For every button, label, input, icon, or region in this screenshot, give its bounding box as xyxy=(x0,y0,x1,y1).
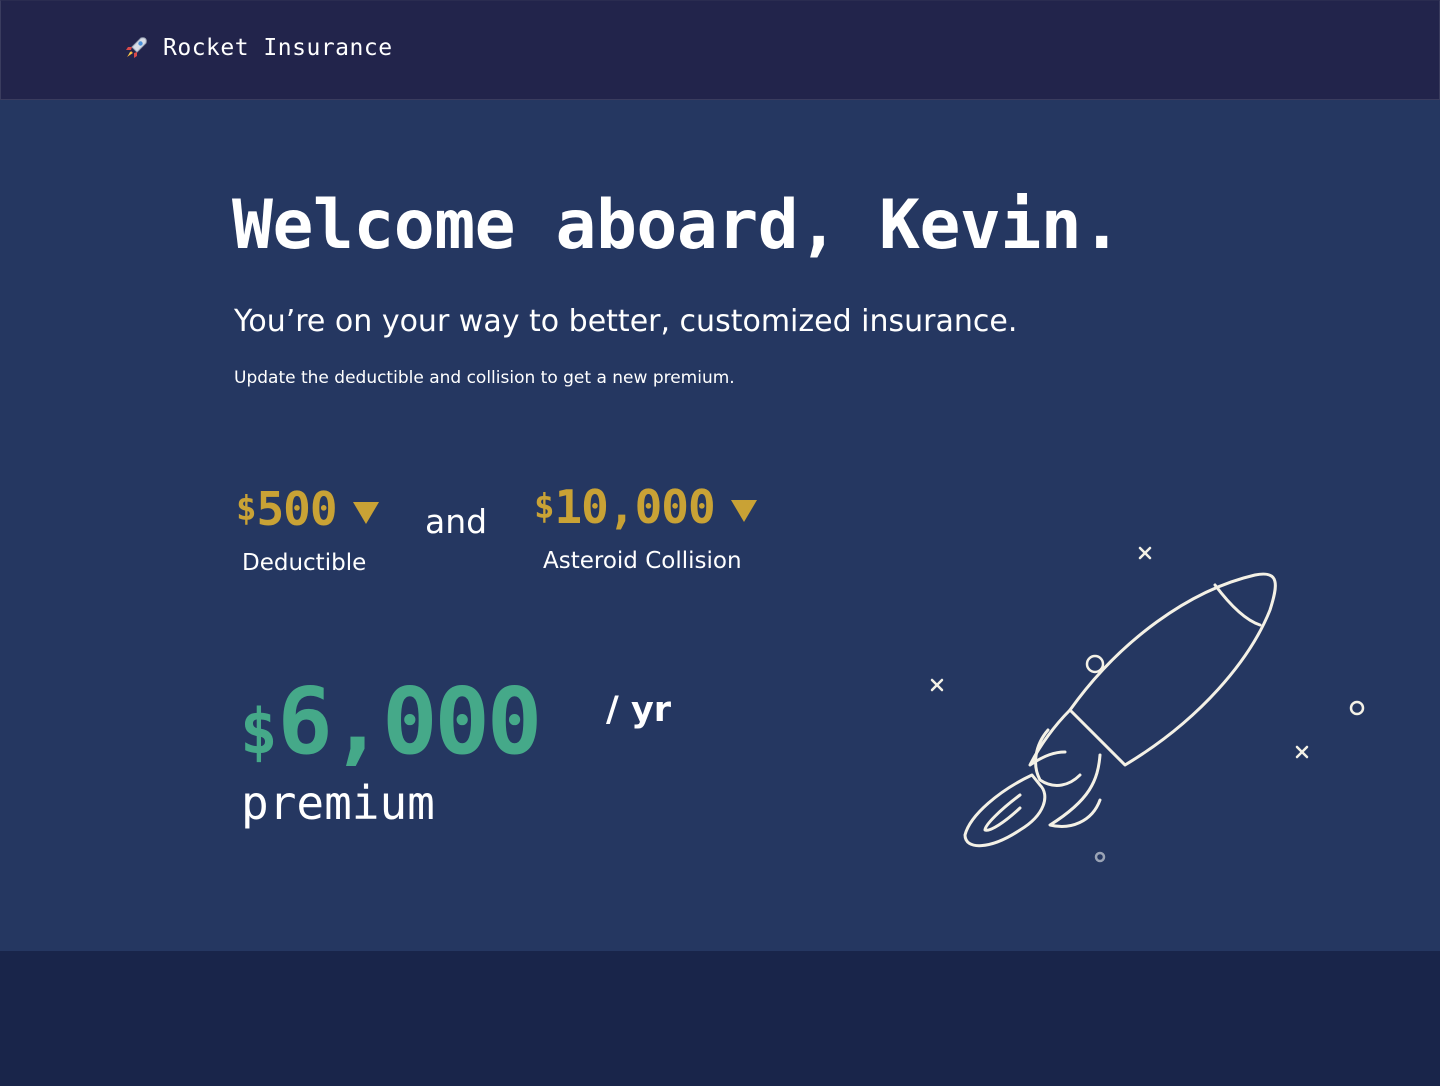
collision-label: Asteroid Collision xyxy=(543,548,742,574)
planet-icon xyxy=(1085,654,1105,674)
planet-icon xyxy=(1349,700,1365,716)
deductible-label: Deductible xyxy=(242,550,367,576)
page-subtitle: You’re on your way to better, customized… xyxy=(234,304,1018,339)
caret-down-icon xyxy=(352,502,379,524)
star-icon xyxy=(1295,745,1309,759)
premium-currency: $ xyxy=(240,695,278,768)
premium-amount: $6,000 xyxy=(240,668,542,775)
premium-label: premium xyxy=(241,776,435,830)
deductible-value: 500 xyxy=(256,482,337,536)
premium-period: / yr xyxy=(606,690,672,730)
brand-name: Rocket Insurance xyxy=(163,35,393,61)
caret-down-icon xyxy=(730,500,757,522)
collision-value: 10,000 xyxy=(554,480,715,534)
premium-value: 6,000 xyxy=(277,668,542,775)
star-icon xyxy=(1138,546,1152,560)
rocket-icon xyxy=(126,37,147,58)
star-icon xyxy=(930,678,944,692)
rocket-right-fin xyxy=(1048,753,1102,828)
rocket-nose-band xyxy=(1213,583,1262,627)
conjunction-text: and xyxy=(425,502,488,541)
deductible-dropdown[interactable]: $500 xyxy=(236,482,379,536)
top-navbar: Rocket Insurance xyxy=(0,0,1440,100)
planet-icon xyxy=(1094,851,1106,863)
rocket-flame xyxy=(963,773,1047,848)
instructions-text: Update the deductible and collision to g… xyxy=(234,368,735,388)
page-title: Welcome aboard, Kevin. xyxy=(232,186,1122,265)
collision-currency: $ xyxy=(534,487,555,527)
collision-dropdown[interactable]: $10,000 xyxy=(534,480,757,534)
deductible-currency: $ xyxy=(236,489,257,529)
rocket-illustration xyxy=(930,546,1365,863)
footer-band xyxy=(0,951,1440,1086)
brand-logo-link[interactable]: Rocket Insurance xyxy=(123,35,393,61)
